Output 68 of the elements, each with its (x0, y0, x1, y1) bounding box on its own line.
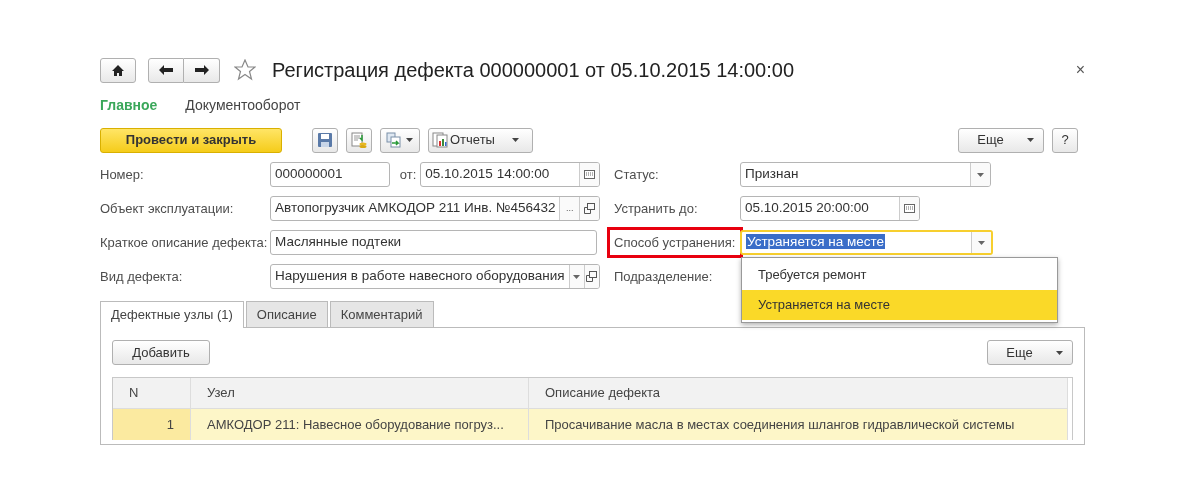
column-header: Узел (191, 378, 529, 409)
arrow-left-icon (158, 64, 174, 76)
column-header: Описание дефекта (529, 378, 1068, 409)
dropdown-button[interactable] (970, 163, 990, 186)
help-button[interactable]: ? (1052, 127, 1078, 153)
arrow-right-icon (193, 64, 210, 76)
reports-button[interactable]: Отчеты (428, 127, 533, 153)
column-header: N (113, 378, 191, 409)
caret-icon (978, 240, 985, 245)
select-field[interactable]: Устраняется на месте (740, 230, 993, 255)
calendar-icon (904, 204, 915, 213)
tab[interactable]: Комментарий (329, 301, 434, 327)
input-field[interactable]: 000000001 (270, 162, 390, 187)
select-field[interactable]: Признан (740, 162, 991, 187)
more-button[interactable]: Еще (958, 127, 1044, 153)
post-and-close-button[interactable]: Провести и закрыть (100, 127, 282, 153)
table-cell: АМКОДОР 211: Навесное оборудование погруз... (191, 409, 529, 440)
close-button[interactable]: × (1075, 58, 1085, 82)
dropdown-option[interactable]: Требуется ремонт (742, 260, 1057, 290)
table-cell: 1 (113, 409, 191, 440)
calendar-button[interactable] (899, 197, 919, 220)
field-label: Объект эксплуатации: (100, 199, 235, 218)
date-field[interactable]: 05.10.2015 14:00:00 (420, 162, 600, 187)
home-icon (111, 63, 125, 77)
date-field[interactable]: 05.10.2015 20:00:00 (740, 196, 920, 221)
dropdown-option[interactable]: Устраняется на месте (742, 290, 1057, 320)
caret-icon (405, 137, 414, 143)
more-button[interactable]: Еще (987, 340, 1073, 365)
input-field[interactable]: Автопогрузчик АМКОДОР 211 Инв. №456432 ... (270, 196, 600, 221)
field-label: Статус: (613, 165, 660, 184)
field-label: Номер: (100, 165, 145, 184)
back-button[interactable] (148, 57, 184, 83)
open-window-icon (586, 271, 598, 282)
field-label: Краткое описание дефекта: (100, 233, 269, 252)
save-button[interactable] (312, 127, 338, 153)
field-label: Способ устранения: (610, 230, 740, 255)
field-label: Подразделение: (613, 267, 714, 286)
field-label: Вид дефекта: (100, 267, 184, 286)
table-cell: Просачивание масла в местах соединения шлангов гидравлической системы (529, 409, 1068, 440)
report-chart-icon (432, 132, 448, 148)
forward-button[interactable] (184, 57, 220, 83)
open-window-icon (584, 203, 596, 214)
calendar-icon (584, 170, 595, 179)
document-coins-icon (351, 131, 367, 149)
section-link[interactable]: Документооборот (185, 94, 301, 116)
dropdown-button[interactable] (568, 265, 584, 288)
field-label: Устранить до: (613, 199, 699, 218)
caret-icon (1025, 137, 1035, 143)
tab[interactable]: Описание (245, 301, 328, 327)
window-title: Регистрация дефекта 000000001 от 05.10.2015 14:00:00 (272, 58, 794, 83)
caret-icon (573, 274, 581, 279)
add-button[interactable]: Добавить (112, 340, 210, 365)
documents-arrow-icon (386, 132, 402, 148)
open-button[interactable] (579, 197, 599, 220)
field-label: от: (399, 165, 417, 184)
star-icon[interactable] (234, 59, 256, 81)
caret-icon (977, 172, 984, 177)
select-button[interactable]: ... (559, 197, 580, 220)
create-based-on-button[interactable] (380, 127, 420, 153)
select-field[interactable]: Нарушения в работе навесного оборудования (270, 264, 600, 289)
dropdown-button[interactable] (971, 232, 991, 253)
caret-icon (511, 137, 520, 143)
tab[interactable]: Дефектные узлы (1) (100, 301, 244, 328)
calendar-button[interactable] (579, 163, 599, 186)
table-row[interactable]: 1 АМКОДОР 211: Навесное оборудование погруз... Просачивание масла в местах соединения шлангов гидравлической системы (113, 409, 1072, 440)
caret-icon (1054, 349, 1064, 356)
home-button[interactable] (100, 57, 136, 83)
input-field[interactable]: Маслянные подтеки (270, 230, 597, 255)
